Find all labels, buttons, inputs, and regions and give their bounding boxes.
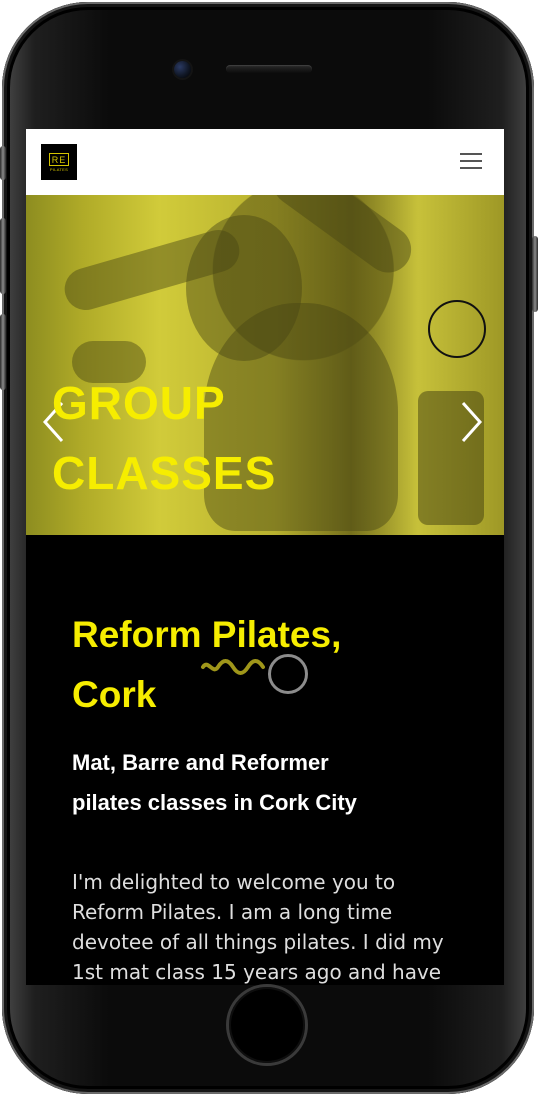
- site-logo[interactable]: RE PILATES: [41, 144, 77, 180]
- menu-line-top: [460, 153, 482, 155]
- menu-line-middle: [460, 160, 482, 162]
- hero-title-line-2: CLASSES: [52, 447, 277, 499]
- side-button-lower: [0, 314, 6, 390]
- hero-title: GROUP CLASSES: [52, 368, 276, 508]
- welcome-text-line-2: Reform Pilates. I am a long time: [72, 900, 393, 924]
- home-button[interactable]: [226, 984, 308, 1066]
- front-camera: [174, 61, 191, 78]
- page-title-line-1: Reform Pilates,: [72, 614, 342, 655]
- hamburger-menu-icon[interactable]: [460, 153, 482, 171]
- power-button: [532, 236, 538, 312]
- hero-slider: GROUP CLASSES: [26, 195, 504, 535]
- earpiece-speaker: [226, 65, 312, 73]
- welcome-text-line-4: 1st mat class 15 years ago and have: [72, 960, 442, 984]
- decorative-squiggle: [201, 659, 265, 675]
- welcome-text: I'm delighted to welcome you to Reform P…: [72, 867, 452, 985]
- menu-line-bottom: [460, 167, 482, 169]
- side-button-upper: [0, 218, 6, 294]
- decorative-small-circle: [268, 654, 308, 694]
- logo-mark: RE: [49, 152, 69, 166]
- subheading: Mat, Barre and Reformer pilates classes …: [72, 743, 462, 823]
- chevron-right-icon[interactable]: [459, 401, 483, 443]
- phone-screen: RE PILATES GROUP CLASSES Reform Pilates,…: [26, 129, 504, 985]
- welcome-text-line-1: I'm delighted to welcome you to: [72, 870, 396, 894]
- decorative-circle: [428, 300, 486, 358]
- side-button-top: [0, 146, 6, 180]
- welcome-text-line-3: devotee of all things pilates. I did my: [72, 930, 444, 954]
- subheading-line-1: Mat, Barre and Reformer: [72, 750, 329, 775]
- logo-subtext: PILATES: [49, 166, 69, 172]
- hero-title-line-1: GROUP: [52, 377, 226, 429]
- subheading-line-2: pilates classes in Cork City: [72, 790, 357, 815]
- top-navbar: RE PILATES: [26, 129, 504, 195]
